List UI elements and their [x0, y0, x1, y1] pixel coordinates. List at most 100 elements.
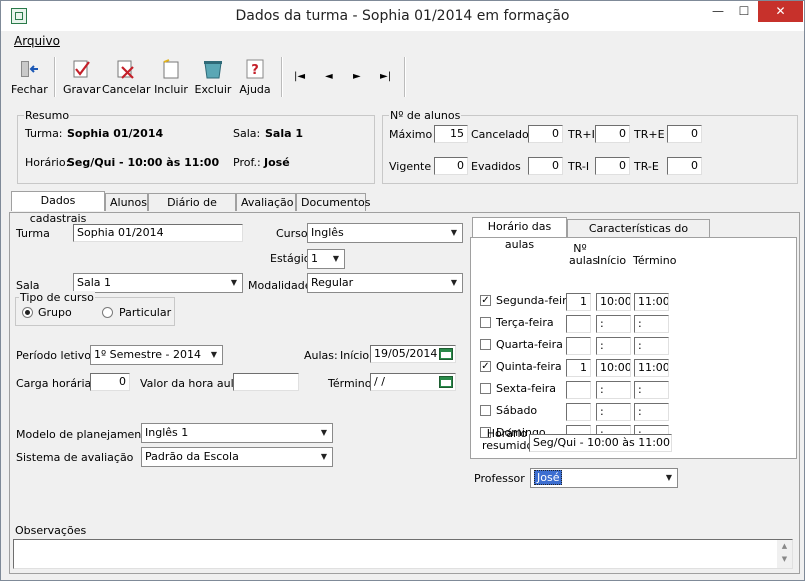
alunos-title: Nº de alunos	[389, 109, 462, 122]
curso-label: Curso	[276, 227, 308, 240]
day-termino-field[interactable]: :	[634, 403, 669, 421]
day-termino-field[interactable]: :	[634, 381, 669, 399]
day-checkbox[interactable]	[480, 317, 491, 328]
modalidade-select[interactable]: Regular ▼	[307, 273, 463, 293]
day-naulas-field[interactable]	[566, 337, 591, 355]
evadidos-field[interactable]: 0	[528, 157, 563, 175]
day-checkbox[interactable]	[480, 405, 491, 416]
inicio-value: 19/05/2014	[374, 347, 438, 360]
maximo-field[interactable]: 15	[434, 125, 468, 143]
tab-alunos[interactable]: Alunos	[105, 193, 148, 211]
window: Dados da turma - Sophia 01/2014 em forma…	[0, 0, 805, 581]
chevron-down-icon: ▼	[320, 428, 328, 437]
calendar-icon[interactable]	[439, 375, 453, 388]
day-checkbox[interactable]: ✓	[480, 295, 491, 306]
trash-can-icon	[204, 61, 222, 79]
tab-horario-das-aulas[interactable]: Horário das aulas	[472, 217, 567, 251]
observacoes-textarea[interactable]: ▲ ▼	[13, 539, 793, 569]
incluir-button[interactable]: Incluir	[153, 53, 189, 99]
tab-documentos[interactable]: Documentos	[296, 193, 370, 211]
turma-summary-label: Turma:	[25, 127, 63, 140]
sala-select[interactable]: Sala 1 ▼	[73, 273, 243, 293]
grupo-radio[interactable]	[22, 307, 33, 318]
termino-header: Término	[633, 254, 677, 267]
day-naulas-field[interactable]: 1	[566, 359, 591, 377]
menu-arquivo[interactable]: Arquivo	[14, 34, 60, 48]
day-checkbox[interactable]	[480, 339, 491, 350]
periodo-select[interactable]: 1º Semestre - 2014 ▼	[90, 345, 223, 365]
valor-input[interactable]	[233, 373, 299, 391]
day-checkbox[interactable]: ✓	[480, 361, 491, 372]
tab-dados-cadastrais[interactable]: Dados cadastrais	[11, 191, 105, 225]
fechar-button[interactable]: Fechar	[11, 53, 48, 99]
inicio-label: Início	[340, 349, 370, 362]
carga-input[interactable]: 0	[90, 373, 130, 391]
curso-select[interactable]: Inglês ▼	[307, 223, 463, 243]
next-record-button[interactable]: ►	[353, 71, 361, 82]
tri-label: TR+I	[568, 128, 595, 141]
estagio-value: 1	[311, 252, 318, 265]
maximize-button[interactable]: ☐	[731, 1, 757, 22]
day-naulas-field[interactable]: 1	[566, 293, 591, 311]
tab-avaliacao[interactable]: Avaliação	[236, 193, 296, 211]
prev-record-button[interactable]: ◄	[325, 71, 333, 82]
day-inicio-field[interactable]: :	[596, 315, 631, 333]
day-termino-field[interactable]: 11:00	[634, 359, 669, 377]
tri-field[interactable]: 0	[595, 125, 630, 143]
professor-value: José	[534, 470, 563, 485]
day-checkbox[interactable]	[480, 383, 491, 394]
turma-input[interactable]: Sophia 01/2014	[73, 224, 243, 242]
maximo-label: Máximo	[389, 128, 433, 141]
estagio-select[interactable]: 1 ▼	[307, 249, 345, 269]
valor-label: Valor da hora aula	[140, 377, 241, 390]
tre-field[interactable]: 0	[667, 125, 702, 143]
prof-summary-label: Prof.:	[233, 156, 261, 169]
day-termino-field[interactable]: :	[634, 337, 669, 355]
chevron-down-icon: ▼	[230, 278, 238, 287]
day-naulas-field[interactable]	[566, 381, 591, 399]
cancelados-field[interactable]: 0	[528, 125, 563, 143]
day-termino-field[interactable]: :	[634, 315, 669, 333]
tab-diario-de-classe[interactable]: Diário de classe	[148, 193, 236, 227]
day-inicio-field[interactable]: :	[596, 381, 631, 399]
day-inicio-field[interactable]: 10:00	[596, 293, 631, 311]
day-inicio-field[interactable]: 10:00	[596, 359, 631, 377]
first-record-button[interactable]: |◄	[294, 71, 305, 82]
day-naulas-field[interactable]	[566, 403, 591, 421]
resumo-title: Resumo	[24, 109, 71, 122]
tab-caracteristicas-professor[interactable]: Características do professor	[567, 219, 710, 253]
day-termino-field[interactable]: 11:00	[634, 293, 669, 311]
title-bar: Dados da turma - Sophia 01/2014 em forma…	[1, 1, 804, 31]
sistema-select[interactable]: Padrão da Escola ▼	[141, 447, 333, 467]
day-inicio-field[interactable]: :	[596, 337, 631, 355]
day-inicio-field[interactable]: :	[596, 403, 631, 421]
chevron-down-icon: ▼	[332, 254, 340, 263]
scrollbar[interactable]: ▲ ▼	[777, 540, 792, 568]
trmi-field[interactable]: 0	[595, 157, 630, 175]
modelo-select[interactable]: Inglês 1 ▼	[141, 423, 333, 443]
vigente-field[interactable]: 0	[434, 157, 468, 175]
day-naulas-field[interactable]	[566, 315, 591, 333]
horario-resumido-field[interactable]: Seg/Qui - 10:00 às 11:00	[529, 434, 672, 452]
calendar-icon[interactable]	[439, 347, 453, 360]
aulas-label: Aulas:	[304, 349, 338, 362]
particular-radio[interactable]	[102, 307, 113, 318]
horario-resumido-label: Horário resumido	[482, 427, 534, 452]
modalidade-label: Modalidade	[248, 279, 312, 292]
last-record-button[interactable]: ►|	[380, 71, 391, 82]
cancelar-button[interactable]: Cancelar	[102, 53, 151, 99]
chevron-down-icon: ▼	[320, 452, 328, 461]
help-question-icon: ?	[246, 59, 264, 79]
toolbar-separator	[281, 57, 283, 97]
gravar-button[interactable]: Gravar	[63, 53, 101, 99]
excluir-button[interactable]: Excluir	[194, 53, 232, 99]
close-button[interactable]: ✕	[758, 1, 803, 22]
minimize-button[interactable]: —	[705, 1, 731, 22]
alunos-group: Nº de alunos Máximo 15 Cancelados 0 TR+I…	[382, 109, 798, 184]
ajuda-button[interactable]: ? Ajuda	[238, 53, 272, 99]
trme-field[interactable]: 0	[667, 157, 702, 175]
sala-value: Sala 1	[77, 276, 112, 289]
professor-label: Professor	[474, 472, 525, 485]
periodo-value: 1º Semestre - 2014	[94, 348, 201, 361]
professor-select[interactable]: José ▼	[530, 468, 678, 488]
